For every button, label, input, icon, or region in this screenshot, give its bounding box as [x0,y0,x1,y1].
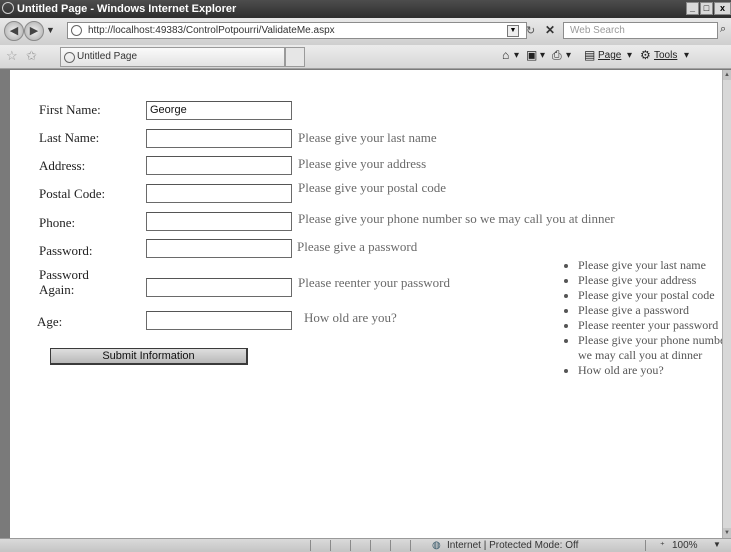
summary-item: Please give your address [578,273,731,288]
first-name-label: First Name: [39,102,101,117]
password-again-error: Please reenter your password [298,275,450,290]
scroll-down-icon[interactable]: ▼ [723,528,731,538]
age-label: Age: [37,314,63,329]
search-placeholder: Web Search [570,25,625,36]
globe-icon: ◍ [432,540,441,551]
summary-item: How old are you? [578,363,731,378]
close-button[interactable]: x [714,2,731,15]
last-name-error: Please give your last name [298,130,437,145]
vertical-scrollbar[interactable]: ▲ ▼ [722,70,731,538]
postal-code-input[interactable] [146,184,292,203]
summary-item: Please give a password [578,303,731,318]
print-dropdown-icon[interactable]: ▾ [566,50,571,61]
tab-row: ☆ ✩ Untitled Page ⌂ ▾ ▣ ▾ ⎙ ▾ ▤ Page ▾ ⚙… [0,45,731,69]
window-title: Untitled Page - Windows Internet Explore… [17,3,237,15]
add-favorites-icon[interactable]: ✩ [26,48,37,64]
validation-summary: Please give your last name Please give y… [560,258,731,378]
postal-code-error: Please give your postal code [298,180,447,195]
status-divider [390,540,391,551]
address-row: ◀ ▶ ▼ http://localhost:49383/ControlPotp… [0,18,731,45]
ie-logo-icon [2,2,14,14]
address-error: Please give your address [298,156,427,171]
feeds-icon[interactable]: ▣ [526,48,537,62]
refresh-icon[interactable]: ↻ [526,24,535,37]
postal-code-label: Postal Code: [39,186,106,201]
back-button[interactable]: ◀ [4,21,24,41]
home-dropdown-icon[interactable]: ▾ [514,50,519,61]
phone-input[interactable] [146,212,292,231]
last-name-label: Last Name: [39,130,100,145]
maximize-button[interactable]: □ [700,2,713,15]
tools-icon[interactable]: ⚙ [640,48,651,62]
first-name-input[interactable]: George [146,101,292,120]
home-icon[interactable]: ⌂ [502,48,509,62]
page-menu[interactable]: Page [598,50,621,61]
recent-pages-icon[interactable]: ▼ [46,25,55,35]
status-divider [645,540,646,551]
summary-item: Please reenter your password [578,318,731,333]
print-icon[interactable]: ⎙ [552,48,562,63]
status-divider [350,540,351,551]
page-dropdown-icon[interactable]: ▾ [627,50,632,61]
password-error: Please give a password [297,239,418,254]
new-tab-button[interactable] [285,47,305,67]
summary-item: Please give your last name [578,258,731,273]
favorites-star-icon[interactable]: ☆ [6,48,18,64]
status-divider [330,540,331,551]
password-input[interactable] [146,239,292,258]
summary-item: Please give your phone number so we may … [578,333,731,363]
minimize-button[interactable]: _ [686,2,699,15]
scroll-up-icon[interactable]: ▲ [723,70,731,80]
address-label: Address: [39,158,86,173]
status-divider [310,540,311,551]
search-input[interactable]: Web Search [563,22,718,39]
stop-icon[interactable]: ✕ [545,23,555,37]
zoom-icon: ⁺ [660,540,665,550]
status-divider [410,540,411,551]
forward-button[interactable]: ▶ [24,21,44,41]
search-icon[interactable]: ⌕ [720,23,726,36]
age-error: How old are you? [304,310,397,325]
tab-label: Untitled Page [77,51,138,62]
status-divider [370,540,371,551]
phone-label: Phone: [39,215,76,230]
page-icon [71,25,82,36]
feeds-dropdown-icon[interactable]: ▾ [540,50,545,61]
security-zone[interactable]: Internet | Protected Mode: Off [447,540,578,551]
tools-menu[interactable]: Tools [654,50,677,61]
url-text: http://localhost:49383/ControlPotpourri/… [88,25,335,36]
page-content: First Name: George Last Name: Please giv… [10,70,731,538]
last-name-input[interactable] [146,129,292,148]
address-input-field[interactable] [146,156,292,175]
age-input[interactable] [146,311,292,330]
address-input[interactable]: http://localhost:49383/ControlPotpourri/… [67,22,527,39]
submit-information-button[interactable]: Submit Information [50,348,248,365]
address-dropdown-icon[interactable]: ▼ [507,25,519,37]
password-label: Password: [39,243,93,258]
page-menu-icon[interactable]: ▤ [584,48,595,62]
zoom-level[interactable]: 100% [672,540,698,551]
phone-error: Please give your phone number so we may … [298,211,615,226]
tab-page-icon [64,52,75,63]
password-again-input[interactable] [146,278,292,297]
zoom-dropdown-icon[interactable]: ▼ [713,540,721,549]
title-bar: Untitled Page - Windows Internet Explore… [0,0,731,18]
tools-dropdown-icon[interactable]: ▾ [684,50,689,61]
tab-untitled-page[interactable]: Untitled Page [60,47,285,67]
status-bar: ◍ Internet | Protected Mode: Off ⁺ 100% … [0,538,731,552]
password-again-label: Password Again: [39,267,89,297]
summary-item: Please give your postal code [578,288,731,303]
